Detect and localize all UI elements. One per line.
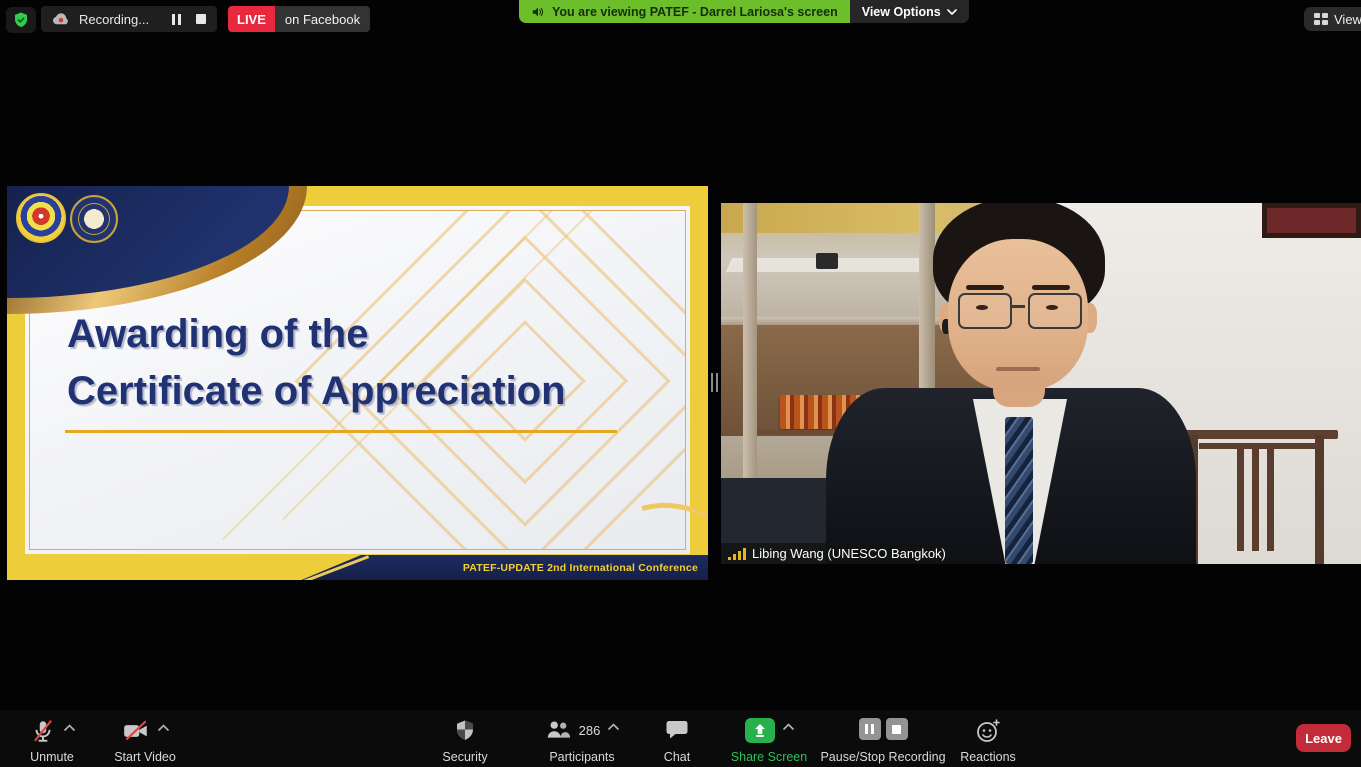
view-options-label: View Options xyxy=(862,5,941,19)
participants-icon xyxy=(545,718,571,742)
view-button[interactable]: View xyxy=(1304,7,1361,31)
video-chair-slat xyxy=(1252,443,1259,551)
screen-share-banner-text: You are viewing PATEF - Darrel Lariosa's… xyxy=(552,5,838,19)
share-screen-button[interactable]: Share Screen xyxy=(726,718,812,764)
participant-mouth xyxy=(996,367,1040,371)
video-chair-slat xyxy=(1237,443,1244,551)
stop-recording-icon[interactable] xyxy=(196,14,206,24)
chevron-up-icon[interactable] xyxy=(158,724,169,731)
microphone-muted-icon xyxy=(30,718,56,744)
leave-button[interactable]: Leave xyxy=(1296,724,1351,752)
leave-label: Leave xyxy=(1305,731,1342,746)
video-partition-beam xyxy=(743,203,757,506)
screen-share-banner-text-wrap: You are viewing PATEF - Darrel Lariosa's… xyxy=(519,0,850,23)
recording-pill: Recording... xyxy=(41,6,217,32)
recording-label: Recording... xyxy=(79,12,149,27)
participant-name-tag: Libing Wang (UNESCO Bangkok) xyxy=(721,543,955,564)
reactions-button[interactable]: Reactions xyxy=(956,718,1020,764)
security-button[interactable]: Security xyxy=(432,718,498,764)
chat-bubble-icon xyxy=(665,718,689,741)
chevron-up-icon[interactable] xyxy=(783,723,794,730)
split-view-drag-handle[interactable] xyxy=(711,373,718,392)
share-screen-label: Share Screen xyxy=(731,750,807,764)
slide-title: Awarding of the Certificate of Appreciat… xyxy=(67,306,566,420)
share-screen-icon xyxy=(745,718,775,743)
participant-eyebrow xyxy=(1032,285,1070,290)
slide-title-line1: Awarding of the xyxy=(67,306,566,363)
participant-face xyxy=(948,239,1088,391)
grid-view-icon xyxy=(1314,13,1328,25)
unmute-button[interactable]: Unmute xyxy=(14,718,90,764)
video-chair-post xyxy=(1315,435,1324,564)
view-options-button[interactable]: View Options xyxy=(850,0,969,23)
participants-button[interactable]: 286 Participants xyxy=(536,718,628,764)
chevron-up-icon[interactable] xyxy=(64,724,75,731)
slide-footer-text: PATEF-UPDATE 2nd International Conferenc… xyxy=(463,562,698,574)
live-badge: LIVE xyxy=(228,6,275,32)
slide-title-underline xyxy=(65,430,617,433)
participants-count: 286 xyxy=(579,723,601,738)
participant-tie xyxy=(1005,417,1033,564)
slide-title-line2: Certificate of Appreciation xyxy=(67,363,566,420)
view-label: View xyxy=(1334,12,1361,27)
pause-stop-recording-label: Pause/Stop Recording xyxy=(820,750,945,764)
screen-share-banner: You are viewing PATEF - Darrel Lariosa's… xyxy=(519,0,969,23)
participants-label: Participants xyxy=(549,750,614,764)
pause-recording-icon[interactable] xyxy=(172,14,181,25)
security-shield-icon xyxy=(453,718,477,743)
video-shelf-speaker xyxy=(816,253,838,269)
speaker-icon xyxy=(531,5,545,19)
start-video-button[interactable]: Start Video xyxy=(102,718,188,764)
participant-eye xyxy=(976,305,988,310)
cloud-recording-icon xyxy=(52,12,70,26)
video-chair xyxy=(1176,430,1338,439)
reactions-smiley-icon xyxy=(975,718,1001,744)
unmute-label: Unmute xyxy=(30,750,74,764)
chevron-down-icon xyxy=(947,9,957,15)
participant-eye xyxy=(1046,305,1058,310)
participant-eyebrow xyxy=(966,285,1004,290)
live-indicator: LIVE on Facebook xyxy=(228,6,370,32)
pause-stop-recording-button[interactable]: Pause/Stop Recording xyxy=(818,718,948,764)
pause-recording-square-icon[interactable] xyxy=(859,718,881,740)
glasses-bridge xyxy=(1012,305,1025,308)
zoom-meeting-window: Recording... LIVE on Facebook You are vi… xyxy=(0,0,1361,767)
stop-recording-square-icon[interactable] xyxy=(886,718,908,740)
chat-button[interactable]: Chat xyxy=(652,718,702,764)
start-video-label: Start Video xyxy=(114,750,176,764)
glasses-right-lens xyxy=(1028,293,1082,329)
security-label: Security xyxy=(442,750,487,764)
conference-logo xyxy=(16,193,66,243)
chat-label: Chat xyxy=(664,750,690,764)
chevron-up-icon[interactable] xyxy=(608,723,619,730)
participant-name: Libing Wang (UNESCO Bangkok) xyxy=(752,546,946,561)
video-picture-frame xyxy=(1262,203,1361,238)
shield-check-icon xyxy=(12,11,30,29)
video-chair-slat xyxy=(1267,443,1274,551)
meeting-toolbar: Unmute Start Video Security xyxy=(0,710,1361,767)
university-seal-logo xyxy=(70,195,118,243)
reactions-label: Reactions xyxy=(960,750,1016,764)
participant-video-tile[interactable]: Libing Wang (UNESCO Bangkok) xyxy=(721,203,1361,564)
shared-screen-slide: Awarding of the Certificate of Appreciat… xyxy=(7,186,708,580)
camera-off-icon xyxy=(122,718,150,744)
glasses-left-lens xyxy=(958,293,1012,329)
security-shield-button[interactable] xyxy=(6,7,36,33)
signal-strength-icon xyxy=(728,548,746,560)
live-platform-label: on Facebook xyxy=(275,6,370,32)
